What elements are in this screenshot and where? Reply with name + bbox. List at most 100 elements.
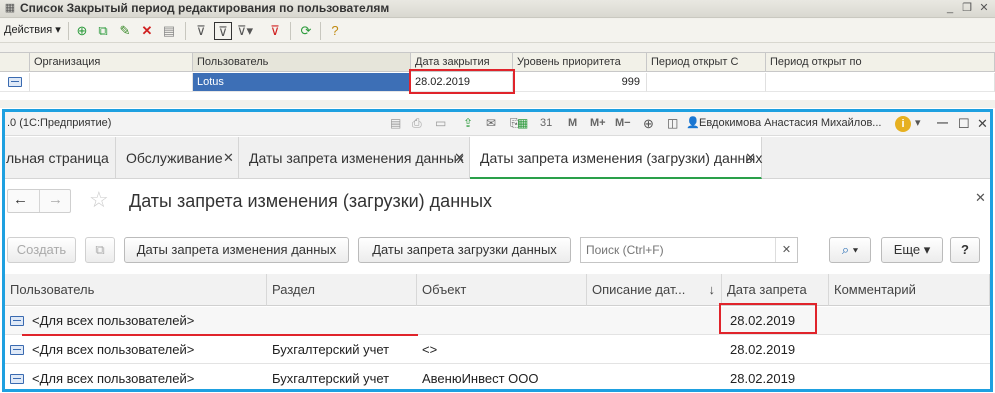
col-priority[interactable]: Уровень приоритета	[513, 53, 647, 72]
tab-home[interactable]: льная страница	[5, 137, 116, 179]
info-icon[interactable]: i	[895, 116, 911, 132]
load-dates-button[interactable]: Даты запрета загрузки данных	[358, 237, 571, 263]
nav-buttons: ← →	[7, 189, 71, 213]
change-dates-button[interactable]: Даты запрета изменения данных	[124, 237, 349, 263]
table-row[interactable]: <Для всех пользователей> Бухгалтерский у…	[5, 365, 990, 389]
page-close-icon[interactable]: ✕	[975, 190, 986, 206]
tab-close-icon[interactable]: ✕	[745, 137, 756, 179]
zoom-icon[interactable]: ⊕	[643, 112, 654, 135]
col-organization[interactable]: Организация	[30, 53, 193, 72]
mail-icon[interactable]: ✉	[486, 112, 496, 135]
cell-section[interactable]	[267, 307, 272, 335]
cell-comment[interactable]	[829, 336, 834, 364]
calculator-icon[interactable]: ▦	[517, 112, 528, 135]
col-open-to[interactable]: Период открыт по	[766, 53, 995, 72]
tab-service[interactable]: Обслуживание ✕	[116, 137, 239, 179]
cell-open-to[interactable]	[766, 73, 995, 92]
actions-menu[interactable]: Действия ▾	[4, 23, 61, 36]
more-button[interactable]: Еще ▾	[881, 237, 943, 263]
cell-object[interactable]: АвенюИнвест ООО	[417, 365, 539, 389]
cell-organization[interactable]	[30, 73, 193, 92]
cell-user[interactable]: <Для всех пользователей>	[27, 336, 194, 364]
cell-section[interactable]: Бухгалтерский учет	[267, 336, 389, 364]
memory-minus-icon[interactable]: M−	[615, 112, 631, 135]
cell-ban-date[interactable]: 28.02.2019	[725, 365, 795, 389]
maximize-icon[interactable]: ☐	[958, 112, 970, 135]
col-object[interactable]: Объект	[417, 274, 587, 306]
memory-plus-icon[interactable]: M+	[590, 112, 606, 135]
col-description[interactable]: Описание дат... ↓	[587, 274, 722, 306]
save-icon[interactable]: ▤	[160, 22, 178, 40]
new-window-titlebar: .0 (1С:Предприятие) ▤ ⎙ ▭ ⇪ ✉ ⎘ ▦ 31 M M…	[5, 112, 990, 136]
tab-close-icon[interactable]: ✕	[223, 137, 234, 179]
page-title: Даты запрета изменения (загрузки) данных	[129, 191, 493, 211]
dates-grid: Пользователь Раздел Объект Описание дат.…	[5, 274, 990, 389]
tab-label: Даты запрета изменения (загрузки) данных	[480, 150, 763, 166]
clear-search-icon[interactable]: ✕	[775, 238, 797, 262]
cell-priority[interactable]: 999	[513, 73, 647, 92]
forward-arrow-icon[interactable]: →	[48, 191, 63, 208]
delete-icon[interactable]: ✕	[138, 22, 156, 40]
col-open-from[interactable]: Период открыт С	[647, 53, 766, 72]
cell-user[interactable]: <Для всех пользователей>	[27, 365, 194, 389]
cell-ban-date[interactable]: 28.02.2019	[725, 336, 795, 364]
cell-description[interactable]	[587, 336, 592, 364]
col-user[interactable]: Пользователь	[193, 53, 411, 72]
tab-load-dates[interactable]: Даты запрета изменения (загрузки) данных…	[470, 137, 762, 179]
back-arrow-icon[interactable]: ←	[13, 191, 28, 208]
save-icon[interactable]: ▤	[390, 112, 401, 135]
tab-change-dates[interactable]: Даты запрета изменения данных ✕	[239, 137, 470, 179]
refresh-icon[interactable]: ⟳	[297, 22, 315, 40]
copy-button[interactable]: ⧉	[85, 237, 115, 263]
more-label: Еще	[893, 242, 921, 257]
clear-filter-icon[interactable]: ⊽	[266, 22, 284, 40]
user-name[interactable]: Евдокимова Анастасия Михайлов...	[699, 112, 881, 135]
help-icon[interactable]: ?	[326, 22, 344, 40]
print-icon[interactable]: ⎙	[412, 112, 422, 135]
col-ban-date[interactable]: Дата запрета	[722, 274, 829, 306]
cell-comment[interactable]	[829, 307, 834, 335]
cell-user[interactable]: <Для всех пользователей>	[27, 307, 194, 335]
underline-all-users	[22, 334, 418, 336]
preview-icon[interactable]: ▭	[435, 112, 446, 135]
panels-icon[interactable]: ◫	[667, 112, 678, 135]
restore-icon[interactable]: ❐	[960, 2, 974, 15]
create-button[interactable]: Создать	[7, 237, 76, 263]
cell-object[interactable]	[417, 307, 422, 335]
close-icon[interactable]: ✕	[977, 2, 991, 15]
favorite-star-icon[interactable]: ☆	[89, 187, 109, 213]
col-comment[interactable]: Комментарий	[829, 274, 990, 306]
help-button[interactable]: ?	[950, 237, 980, 263]
calendar-icon[interactable]: 31	[540, 112, 552, 135]
old-toolbar: Действия ▾ ⊕ ⧉ ✎ ✕ ▤ ⊽ ⊽ ⊽▾ ⊽ ⟳ ?	[0, 19, 995, 43]
cell-description[interactable]	[587, 365, 592, 389]
upload-icon[interactable]: ⇪	[463, 112, 473, 135]
memory-m-icon[interactable]: M	[568, 112, 577, 135]
chevron-down-icon[interactable]: ▾	[915, 112, 921, 135]
cell-user[interactable]: Lotus	[193, 73, 411, 92]
edit-icon[interactable]: ✎	[116, 22, 134, 40]
table-row[interactable]: <Для всех пользователей> 28.02.2019	[5, 307, 990, 335]
filter-active-icon[interactable]: ⊽	[214, 22, 232, 40]
add-icon[interactable]: ⊕	[73, 22, 91, 40]
cell-open-from[interactable]	[647, 73, 766, 92]
close-icon[interactable]: ✕	[977, 112, 988, 135]
search-button[interactable]: ⌕ ▾	[829, 237, 871, 263]
table-row[interactable]: <Для всех пользователей> Бухгалтерский у…	[5, 336, 990, 364]
col-section[interactable]: Раздел	[267, 274, 417, 306]
cell-section[interactable]: Бухгалтерский учет	[267, 365, 389, 389]
tab-close-icon[interactable]: ✕	[454, 137, 465, 179]
copy-icon: ⧉	[95, 242, 105, 257]
minimize-icon[interactable]: —	[937, 112, 948, 135]
filter-menu-icon[interactable]: ⊽▾	[236, 22, 254, 40]
filter-icon[interactable]: ⊽	[192, 22, 210, 40]
search-input[interactable]	[581, 238, 775, 262]
copy-icon[interactable]: ⧉	[94, 22, 112, 40]
cell-object[interactable]: <>	[417, 336, 437, 364]
tab-label: Даты запрета изменения данных	[249, 150, 464, 166]
minimize-icon[interactable]: _	[943, 2, 957, 15]
col-user[interactable]: Пользователь	[5, 274, 267, 306]
cell-description[interactable]	[587, 307, 592, 335]
cell-comment[interactable]	[829, 365, 834, 389]
col-description-label: Описание дат...	[592, 282, 686, 297]
